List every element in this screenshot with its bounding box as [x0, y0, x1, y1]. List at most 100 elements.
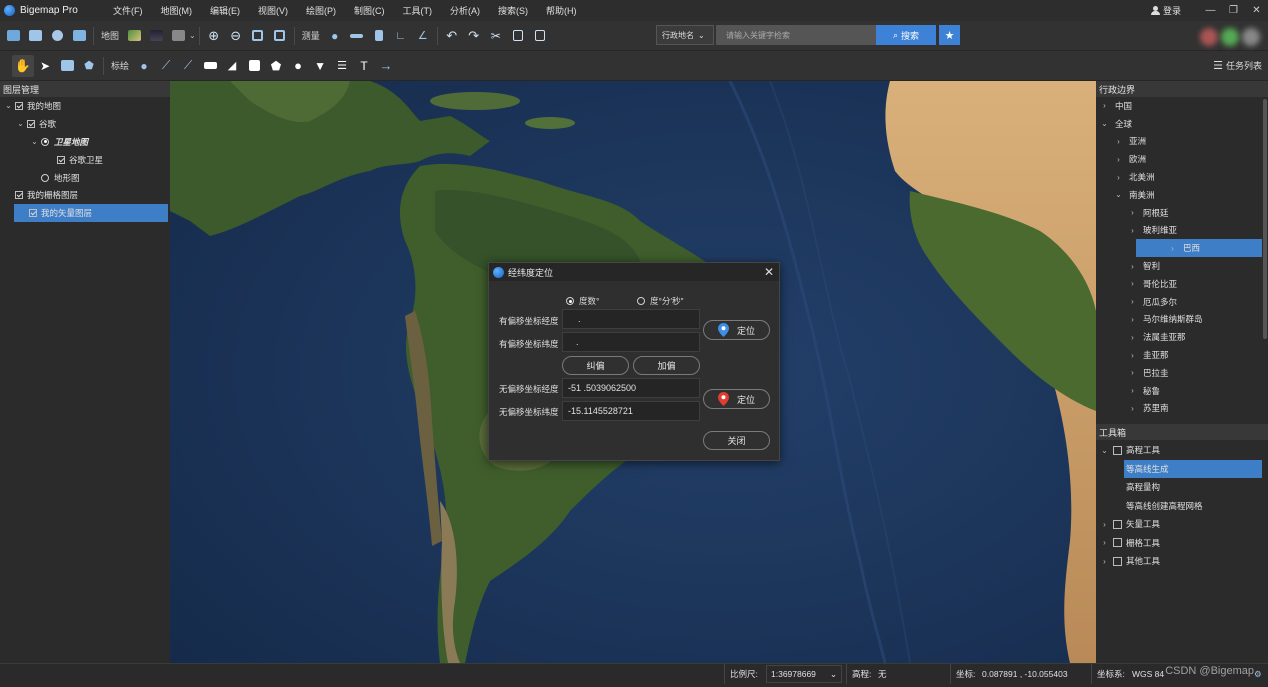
select-button[interactable]: ➤: [34, 55, 56, 77]
add-offset-button[interactable]: 加偏: [633, 356, 700, 375]
zoom-out-button[interactable]: ⊖: [225, 25, 247, 47]
chevron-down-icon[interactable]: ⌄: [4, 101, 13, 110]
chevron-down-icon[interactable]: ⌄: [16, 119, 25, 128]
toolbox-row[interactable]: ⌄ 高程工具: [1096, 441, 1268, 460]
admin-tree-row[interactable]: › 中国: [1096, 97, 1268, 115]
admin-tree-row[interactable]: › 欧洲: [1096, 150, 1268, 168]
draw-polyline-button[interactable]: ⟋: [177, 55, 199, 77]
chevron-right-icon[interactable]: ›: [1128, 333, 1137, 342]
menu-view[interactable]: 视图(V): [249, 4, 297, 17]
admin-tree-row[interactable]: › 哥伦比亚: [1096, 275, 1268, 293]
layer-checkbox[interactable]: [29, 209, 37, 218]
dialog-close-button[interactable]: 关闭: [703, 431, 770, 450]
cut-button[interactable]: ✂: [485, 25, 507, 47]
menu-help[interactable]: 帮助(H): [537, 4, 586, 17]
chevron-right-icon[interactable]: ›: [1128, 279, 1137, 288]
zoom-in-button[interactable]: ⊕: [203, 25, 225, 47]
region-type-select[interactable]: 行政地名 ⌄: [656, 25, 714, 45]
chevron-right-icon[interactable]: ›: [1128, 315, 1137, 324]
chevron-right-icon[interactable]: ›: [1128, 404, 1137, 413]
paste-button[interactable]: [529, 25, 551, 47]
chevron-right-icon[interactable]: ›: [1100, 520, 1109, 529]
chevron-right-icon[interactable]: ›: [1100, 557, 1109, 566]
layer-tree-row[interactable]: ⌄ 卫星地图: [0, 133, 170, 151]
undo-button[interactable]: ↶: [441, 25, 463, 47]
settings-button[interactable]: [46, 25, 68, 47]
pan-button[interactable]: ✋: [12, 54, 34, 77]
open-file-button[interactable]: [24, 25, 46, 47]
menu-draw[interactable]: 绘图(P): [297, 4, 345, 17]
fit-screen-button[interactable]: [269, 25, 291, 47]
chevron-right-icon[interactable]: ›: [1128, 262, 1137, 271]
correct-button[interactable]: 纠偏: [562, 356, 629, 375]
admin-tree-row[interactable]: › 圭亚那: [1096, 346, 1268, 364]
search-input[interactable]: 请输入关键字检索: [716, 25, 876, 45]
toolbox-row[interactable]: 高程量构: [1096, 478, 1268, 497]
admin-tree-row[interactable]: › 法属圭亚那: [1096, 328, 1268, 346]
chevron-right-icon[interactable]: ›: [1100, 538, 1109, 547]
radio-decimal-option[interactable]: 度数°: [564, 295, 599, 307]
chevron-down-icon[interactable]: ⌄: [1100, 119, 1109, 128]
admin-tree-row[interactable]: › 北美洲: [1096, 168, 1268, 186]
chevron-right-icon[interactable]: ›: [1100, 101, 1109, 110]
admin-tree-row[interactable]: › 阿根廷: [1096, 204, 1268, 222]
toolbox-row[interactable]: › 栅格工具: [1096, 534, 1268, 553]
minimize-button[interactable]: —: [1199, 0, 1222, 21]
admin-tree-row[interactable]: ⌄ 南美洲: [1096, 186, 1268, 204]
layer-checkbox[interactable]: [15, 101, 23, 110]
favorites-button[interactable]: ★: [939, 25, 960, 45]
offset-lon-input[interactable]: .: [562, 309, 700, 329]
radio-dms-option[interactable]: 度°分′秒″: [635, 295, 684, 307]
layer-radio[interactable]: [41, 137, 49, 146]
layer-tree-row[interactable]: ⌄ 谷歌: [0, 115, 170, 133]
admin-tree-row[interactable]: › 智利: [1096, 257, 1268, 275]
chevron-right-icon[interactable]: ›: [1114, 173, 1123, 182]
chevron-right-icon[interactable]: ›: [1114, 155, 1123, 164]
layer-checkbox[interactable]: [15, 191, 23, 200]
layer-radio[interactable]: [41, 173, 49, 182]
layer-tree-row[interactable]: 我的矢量图层: [14, 204, 168, 223]
menu-edit[interactable]: 编辑(E): [201, 4, 249, 17]
task-list-button[interactable]: ☰ 任务列表: [1213, 59, 1262, 72]
admin-tree-row[interactable]: › 巴拉圭: [1096, 364, 1268, 382]
copy-button[interactable]: [507, 25, 529, 47]
admin-tree-row[interactable]: › 巴西: [1136, 239, 1262, 258]
locate-plain-button[interactable]: 定位: [703, 389, 770, 409]
admin-tree-row[interactable]: › 秘鲁: [1096, 382, 1268, 400]
draw-freehand-button[interactable]: ◢: [221, 55, 243, 77]
export-button[interactable]: [68, 25, 90, 47]
chevron-right-icon[interactable]: ›: [1128, 297, 1137, 306]
toolbox-row[interactable]: › 矢量工具: [1096, 515, 1268, 534]
locate-offset-button[interactable]: 定位: [703, 320, 770, 340]
chevron-right-icon[interactable]: ›: [1128, 208, 1137, 217]
restore-button[interactable]: ❐: [1222, 0, 1245, 21]
grid-dropdown-chevron-icon[interactable]: ⌄: [189, 31, 196, 40]
plain-lat-input[interactable]: -15.1145528721: [562, 401, 700, 421]
menu-search[interactable]: 搜索(S): [489, 4, 537, 17]
toolbox-row[interactable]: › 其他工具: [1096, 552, 1268, 571]
draw-sector-button[interactable]: ▼: [309, 55, 331, 77]
plain-lon-input[interactable]: -51 .5039062500: [562, 378, 700, 398]
login-button[interactable]: 登录: [1150, 4, 1181, 17]
offset-lat-input[interactable]: .: [562, 332, 700, 352]
measure-area-button[interactable]: [368, 25, 390, 47]
chevron-down-icon[interactable]: ⌄: [1114, 190, 1123, 199]
menu-cartography[interactable]: 制图(C): [345, 4, 394, 17]
layer-checkbox[interactable]: [27, 119, 35, 128]
menu-analysis[interactable]: 分析(A): [441, 4, 489, 17]
box-select-button[interactable]: [56, 55, 78, 77]
menu-tools[interactable]: 工具(T): [394, 4, 442, 17]
measure-angle-button[interactable]: ∟: [390, 25, 412, 47]
chevron-down-icon[interactable]: ⌄: [30, 137, 39, 146]
draw-text-button[interactable]: T: [353, 55, 375, 77]
layer-checkbox[interactable]: [57, 155, 65, 164]
draw-circle-button[interactable]: ●: [287, 55, 309, 77]
admin-tree-row[interactable]: ⌄ 全球: [1096, 115, 1268, 133]
measure-distance-button[interactable]: [346, 25, 368, 47]
draw-arrow-button[interactable]: →: [375, 55, 397, 77]
admin-tree-row[interactable]: › 苏里南: [1096, 400, 1268, 418]
admin-tree-row[interactable]: › 马尔维纳斯群岛: [1096, 311, 1268, 329]
open-folder-button[interactable]: [2, 25, 24, 47]
draw-text-underline-button[interactable]: ☰: [331, 55, 353, 77]
redo-button[interactable]: ↷: [463, 25, 485, 47]
